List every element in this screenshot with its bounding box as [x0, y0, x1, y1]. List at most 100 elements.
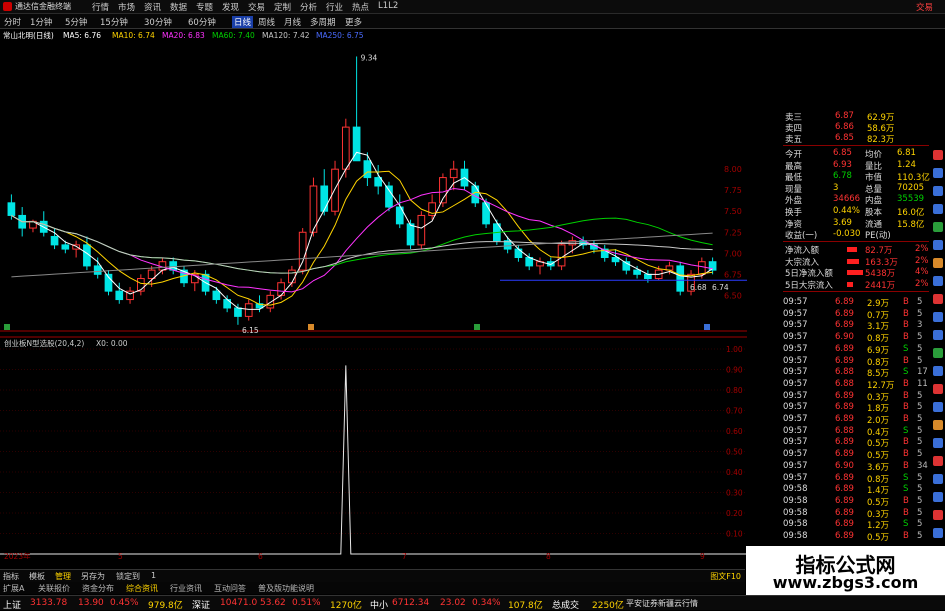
candle-body[interactable] [288, 269, 296, 284]
info-tab-1[interactable]: 关联报价 [38, 583, 70, 594]
menu-item[interactable]: 发现 [222, 1, 239, 13]
candle-body[interactable] [697, 261, 706, 275]
period-2[interactable]: 5分钟 [65, 16, 87, 28]
menu-item[interactable]: 行情 [92, 1, 109, 13]
toolbar-icon[interactable] [933, 420, 943, 430]
toolbar-icon[interactable] [933, 348, 943, 358]
toolbar-icon[interactable] [933, 294, 943, 304]
candle-body[interactable] [277, 282, 285, 296]
info-tab-2[interactable]: 资金分布 [82, 583, 114, 594]
candle-body[interactable] [7, 202, 16, 216]
menu-item[interactable]: L1L2 [378, 1, 398, 11]
toolbar-icon[interactable] [933, 168, 943, 178]
menu-item[interactable]: 热点 [352, 1, 369, 13]
candle-body[interactable] [50, 235, 59, 246]
event-marker-icon[interactable] [704, 324, 710, 330]
candle-body[interactable] [385, 185, 393, 208]
candle-body[interactable] [449, 168, 458, 179]
menu-item[interactable]: 专题 [196, 1, 213, 13]
toolbar-icon[interactable] [933, 258, 943, 268]
candle-body[interactable] [298, 231, 307, 271]
sh-change: 13.90 [78, 598, 104, 608]
candle-body[interactable] [331, 168, 339, 212]
trade-menu-button[interactable]: 交易 [916, 1, 933, 13]
candle-body[interactable] [363, 160, 372, 179]
sz-label[interactable]: 深证 [192, 598, 210, 611]
toolbar-icon[interactable] [933, 312, 943, 322]
candle-body[interactable] [320, 185, 329, 212]
event-marker-icon[interactable] [308, 324, 314, 330]
candle-body[interactable] [212, 290, 221, 301]
candle-body[interactable] [93, 265, 102, 275]
toolbar-icon[interactable] [933, 402, 943, 412]
toolbar-icon[interactable] [933, 186, 943, 196]
toolbar-icon[interactable] [933, 456, 943, 466]
candle-body[interactable] [244, 303, 253, 317]
toolbar-icon[interactable] [933, 222, 943, 232]
period-7[interactable]: 周线 [258, 16, 275, 28]
menu-item[interactable]: 资讯 [144, 1, 161, 13]
period-6[interactable]: 日线 [232, 16, 254, 28]
toolbar-icon[interactable] [933, 204, 943, 214]
zx-label[interactable]: 中小 [370, 598, 388, 611]
candle-body[interactable] [676, 265, 685, 292]
bottom-tab-1[interactable]: 模板 [29, 571, 45, 582]
tick-count: 3 [917, 320, 923, 331]
period-0[interactable]: 分时 [4, 16, 21, 28]
news-ticker[interactable]: 平安证券新疆云行情 [626, 598, 698, 609]
menu-item[interactable]: 分析 [300, 1, 317, 13]
tick-side: B [903, 437, 909, 448]
toolbar-icon[interactable] [933, 276, 943, 286]
menu-item[interactable]: 市场 [118, 1, 135, 13]
period-5[interactable]: 60分钟 [188, 16, 216, 28]
sh-label[interactable]: 上证 [3, 598, 21, 611]
candle-body[interactable] [234, 307, 242, 317]
toolbar-icon[interactable] [933, 150, 943, 160]
info-tab-6[interactable]: 普及版功能说明 [258, 583, 314, 594]
f10-link[interactable]: 图文F10 [710, 571, 741, 582]
indicator-name[interactable]: 创业板N型选股(20,4,2) [4, 338, 84, 348]
menu-item[interactable]: 交易 [248, 1, 265, 13]
menu-item[interactable]: 定制 [274, 1, 291, 13]
bottom-tab-4[interactable]: 锁定到 [116, 571, 140, 582]
bottom-tab-2[interactable]: 管理 [55, 571, 71, 582]
candle-body[interactable] [644, 273, 652, 280]
bottom-tab-5[interactable]: 1 [151, 571, 156, 580]
kline-chart[interactable]: 8.00 7.75 7.50 7.25 7.00 6.75 6.50 常山北明(日线) MA5:… [0, 29, 747, 559]
toolbar-icon[interactable] [933, 492, 943, 502]
info-tab-0[interactable]: 扩展A [3, 583, 24, 594]
period-8[interactable]: 月线 [284, 16, 301, 28]
toolbar-icon[interactable] [933, 330, 943, 340]
info-tab-4[interactable]: 行业资讯 [170, 583, 202, 594]
toolbar-icon[interactable] [933, 240, 943, 250]
candle-body[interactable] [417, 214, 426, 246]
bottom-tab-0[interactable]: 指标 [3, 571, 19, 582]
period-3[interactable]: 15分钟 [100, 16, 128, 28]
candle-body[interactable] [341, 126, 350, 170]
candle-body[interactable] [115, 290, 124, 301]
toolbar-icon[interactable] [933, 474, 943, 484]
period-9[interactable]: 多周期 [310, 16, 336, 28]
menu-item[interactable]: 数据 [170, 1, 187, 13]
toolbar-icon[interactable] [933, 438, 943, 448]
info-tab-5[interactable]: 互动问答 [214, 583, 246, 594]
period-4[interactable]: 30分钟 [144, 16, 172, 28]
toolbar-icon[interactable] [933, 384, 943, 394]
period-1[interactable]: 1分钟 [30, 16, 52, 28]
menu-item[interactable]: 行业 [326, 1, 343, 13]
bottom-tab-3[interactable]: 另存为 [81, 571, 105, 582]
event-marker-icon[interactable] [4, 324, 10, 330]
candle-body[interactable] [482, 202, 490, 225]
candle-body[interactable] [266, 294, 275, 309]
candle-body[interactable] [169, 261, 178, 271]
flow-bar [847, 281, 853, 287]
toolbar-icon[interactable] [933, 366, 943, 376]
toolbar-icon[interactable] [933, 528, 943, 538]
period-10[interactable]: 更多 [345, 16, 362, 28]
candle-body[interactable] [406, 223, 415, 246]
info-tab-3[interactable]: 综合资讯 [126, 583, 158, 594]
toolbar-icon[interactable] [933, 510, 943, 520]
event-marker-icon[interactable] [474, 324, 480, 330]
candle-body[interactable] [61, 244, 70, 250]
candle-body[interactable] [633, 269, 641, 275]
